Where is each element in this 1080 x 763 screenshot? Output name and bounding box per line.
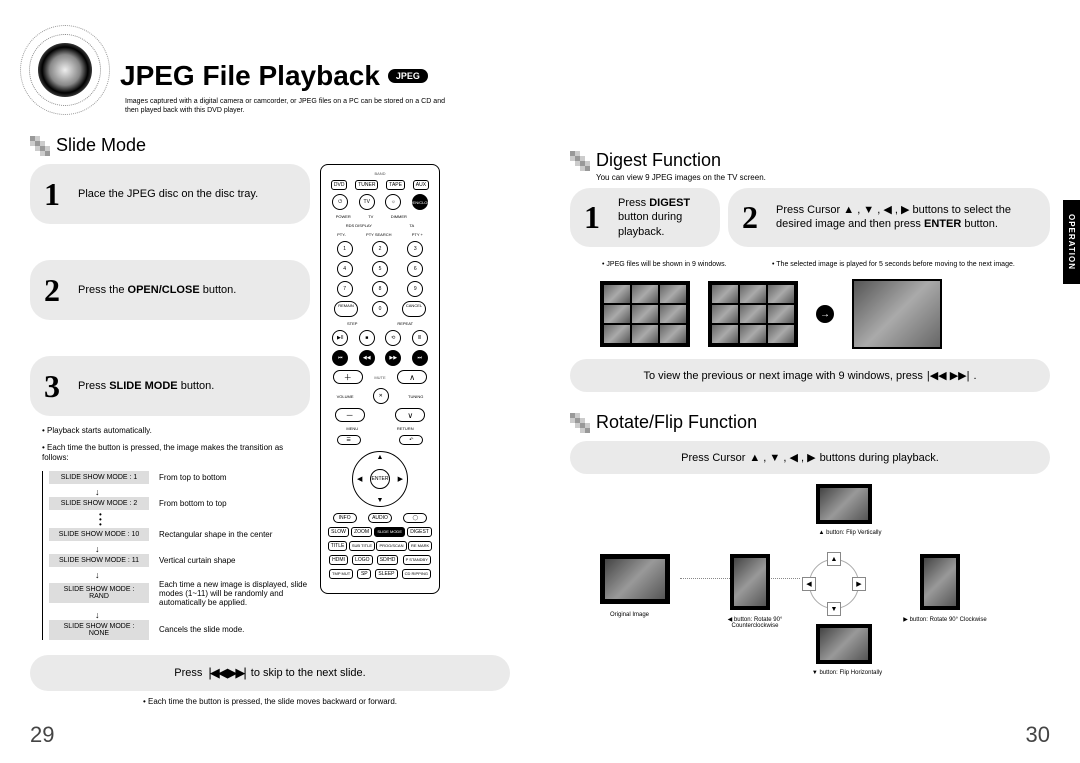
mode-row: SLIDE SHOW MODE : 10Rectangular shape in…	[49, 528, 310, 541]
down-arrow-icon: ↓	[95, 544, 310, 554]
original-image-thumb	[600, 554, 670, 604]
checker-icon	[30, 136, 50, 156]
right-label: ▶ button: Rotate 90° Clockwise	[900, 616, 990, 623]
up-label: ▲ button: Flip Vertically	[810, 530, 890, 536]
flip-vertical-thumb	[816, 484, 872, 524]
rotate-diagram: Original Image ▲ ▼ ◀ ▶ ▲ button: Flip Ve…	[570, 484, 1050, 684]
step-number: 1	[44, 176, 68, 213]
original-label: Original Image	[610, 612, 649, 618]
rotate-cw-thumb	[920, 554, 960, 610]
ellipsis-icon: •••	[99, 513, 310, 527]
slide-mode-header: Slide Mode	[30, 135, 510, 156]
step-number: 3	[44, 368, 68, 405]
step-text: Place the JPEG disc on the disc tray.	[78, 187, 258, 201]
dpad-icon: ▲ ▼ ◀ ▶	[809, 559, 859, 609]
flip-horizontal-thumb	[816, 624, 872, 664]
page-number-right: 30	[1026, 722, 1050, 748]
digest-thumbnails-row: →	[600, 279, 1050, 349]
down-arrow-icon: ▼	[827, 602, 841, 616]
note-playback-auto: Playback starts automatically.	[42, 426, 310, 436]
digest-step-1: 1 Press DIGEST button during playback.	[570, 188, 720, 247]
cursor-arrows-icon: ▲ , ▼ , ◀ , ▶	[749, 451, 815, 464]
mode-row: SLIDE SHOW MODE : 2From bottom to top	[49, 497, 310, 510]
remote-dpad: ▲ ▼ ◀ ▶ ENTER	[352, 451, 408, 507]
slide-mode-list: SLIDE SHOW MODE : 1From top to bottom ↓ …	[42, 471, 310, 639]
thumb-grid-9	[600, 281, 690, 347]
right-arrow-icon: ▶	[852, 577, 866, 591]
slide-step-3: 3 Press SLIDE MODE button.	[30, 356, 310, 416]
mode-row: SLIDE SHOW MODE : RANDEach time a new im…	[49, 580, 310, 607]
checker-icon	[570, 151, 590, 171]
digest-header: Digest Function	[570, 150, 1050, 171]
down-arrow-icon: ↓	[95, 610, 310, 620]
mode-row: SLIDE SHOW MODE : 1From top to bottom	[49, 471, 310, 484]
step-text: Press SLIDE MODE button.	[78, 379, 214, 393]
skip-slide-bar: Press |◀◀ ▶▶| to skip to the next slide.	[30, 655, 510, 691]
skip-icons: |◀◀ ▶▶|	[927, 369, 970, 382]
rotate-header: Rotate/Flip Function	[570, 412, 1050, 433]
digest-step2-note: The selected image is played for 5 secon…	[772, 261, 1015, 269]
selected-thumb	[852, 279, 942, 349]
mode-row: SLIDE SHOW MODE : 11Vertical curtain sha…	[49, 554, 310, 567]
cursor-arrows-icon: ▲ , ▼ , ◀ , ▶	[843, 204, 909, 216]
down-arrow-icon: ↓	[95, 487, 310, 497]
prev-next-bar: To view the previous or next image with …	[570, 359, 1050, 392]
step-text: Press DIGEST button during playback.	[618, 196, 706, 239]
title-text: JPEG File Playback	[120, 60, 380, 92]
speaker-icon	[20, 25, 110, 115]
page-number-left: 29	[30, 722, 54, 748]
note-transition: Each time the button is pressed, the ima…	[42, 443, 310, 464]
digest-step1-note: JPEG files will be shown in 9 windows.	[602, 261, 732, 269]
step-number: 2	[742, 199, 766, 236]
power-icon: ⏻	[332, 194, 348, 210]
skip-icons: |◀◀ ▶▶|	[208, 665, 244, 681]
slide-mode-heading: Slide Mode	[56, 135, 146, 156]
left-arrow-icon: ◀	[802, 577, 816, 591]
rotate-step-bar: Press Cursor ▲ , ▼ , ◀ , ▶ buttons durin…	[570, 441, 1050, 474]
page-subtitle: Images captured with a digital camera or…	[125, 97, 445, 115]
checker-icon	[570, 413, 590, 433]
page-title: JPEG File Playback JPEG	[120, 60, 510, 92]
digest-heading: Digest Function	[596, 150, 721, 171]
down-label: ▼ button: Flip Horizontally	[802, 670, 892, 676]
rotate-ccw-thumb	[730, 554, 770, 610]
digest-note: You can view 9 JPEG images on the TV scr…	[596, 173, 1050, 182]
rotate-heading: Rotate/Flip Function	[596, 412, 757, 433]
side-tab-operation: OPERATION	[1063, 200, 1080, 284]
step-text: Press the OPEN/CLOSE button.	[78, 283, 236, 297]
step-number: 1	[584, 199, 608, 236]
slide-step-1: 1 Place the JPEG disc on the disc tray.	[30, 164, 310, 224]
digest-step-2: 2 Press Cursor ▲ , ▼ , ◀ , ▶ buttons to …	[728, 188, 1050, 247]
up-arrow-icon: ▲	[827, 552, 841, 566]
mode-row: SLIDE SHOW MODE : NONECancels the slide …	[49, 620, 310, 640]
step-text: Press Cursor ▲ , ▼ , ◀ , ▶ buttons to se…	[776, 203, 1036, 232]
jpeg-badge: JPEG	[388, 69, 428, 83]
slide-step-2: 2 Press the OPEN/CLOSE button.	[30, 260, 310, 320]
step-number: 2	[44, 272, 68, 309]
remote-control-diagram: BAND DVDTUNERTAPEAUX ⏻TV☼OPEN/CLOSE POWE…	[320, 164, 440, 594]
down-arrow-icon: ↓	[95, 570, 310, 580]
left-label: ◀ button: Rotate 90° Counterclockwise	[720, 616, 790, 629]
thumb-grid-9	[708, 281, 798, 347]
bottom-note: Each time the button is pressed, the sli…	[30, 697, 510, 707]
enter-icon: →	[816, 305, 834, 323]
